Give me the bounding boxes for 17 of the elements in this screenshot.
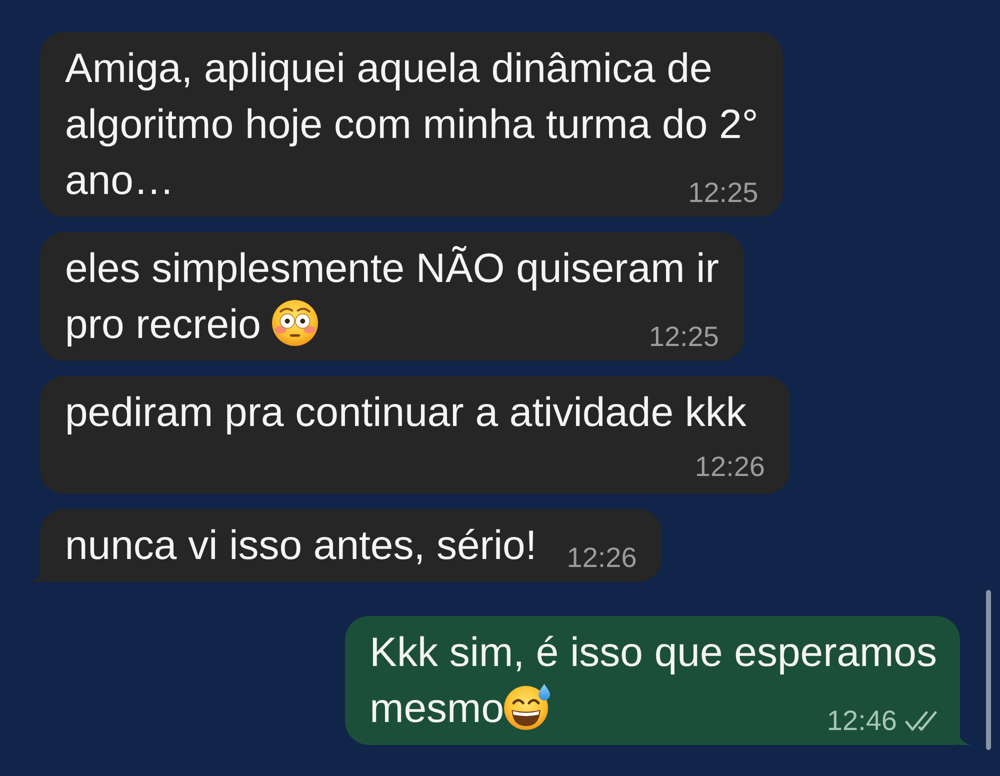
grinning-face-with-sweat-icon [504, 684, 550, 730]
message-text: Amiga, apliquei aquela dinâmica de [65, 45, 712, 91]
message-text: algoritmo hoje com minha turma do 2° [65, 101, 758, 147]
message-text: Kkk sim, é isso que esperamos [370, 629, 937, 675]
message-time: 12:26 [566, 544, 637, 572]
message-text: ano… [65, 157, 174, 203]
message-text: pro recreio [65, 301, 262, 347]
message-time: 12:26 [694, 453, 765, 481]
message-text: mesmo [370, 685, 504, 731]
message-text: eles simplesmente NÃO quiseram ir [65, 245, 719, 291]
message-time: 12:25 [648, 323, 719, 351]
message-text: pediram pra continuar a atividade kkk [65, 389, 746, 435]
message-text: nunca vi isso antes, sério! [65, 522, 537, 568]
message-time: 12:25 [688, 179, 758, 207]
flushed-face-icon [272, 300, 318, 346]
scrollbar-thumb[interactable] [986, 590, 991, 750]
message-time: 12:46 [826, 707, 897, 735]
